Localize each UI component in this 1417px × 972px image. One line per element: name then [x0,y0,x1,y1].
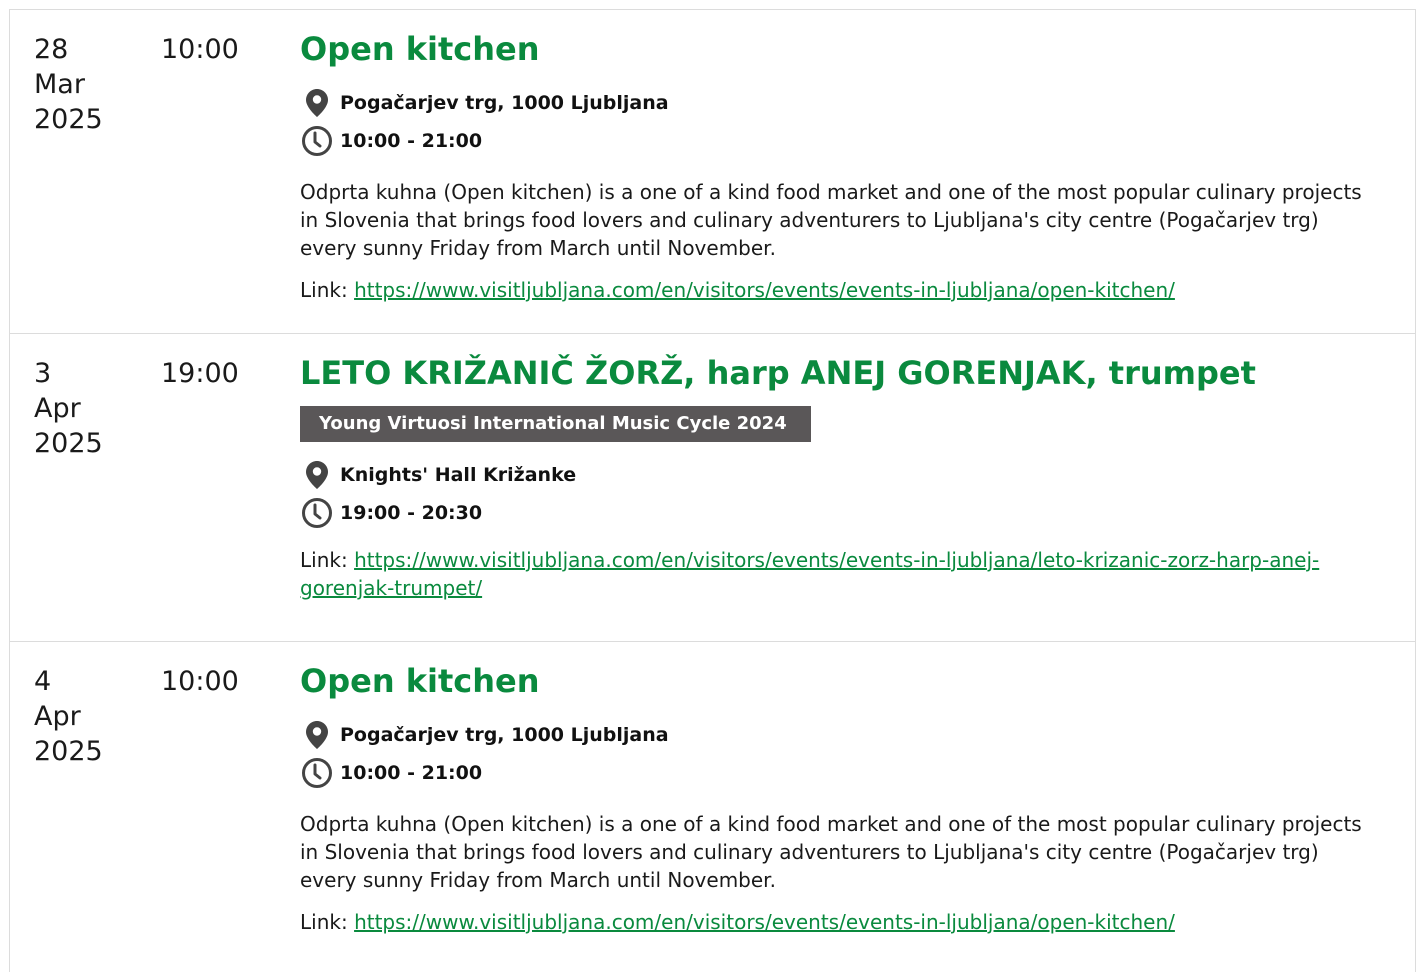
event-date-day: 28 [34,34,69,65]
event-date-year: 2025 [34,736,103,767]
event-date-day: 3 [34,358,52,389]
event-description: Odprta kuhna (Open kitchen) is a one of … [300,180,1362,260]
event-date-month: Mar [34,69,85,100]
event-hours: 10:00 - 21:00 [300,122,1397,160]
event-location-text: Knights' Hall Križanke [340,464,577,486]
event-hours-text: 10:00 - 21:00 [340,762,483,784]
event-content: LETO KRIŽANIČ ŽORŽ, harp ANEJ GORENJAK, … [300,352,1397,602]
event-item: 3 Apr 2025 19:00 LETO KRIŽANIČ ŽORŽ, har… [10,334,1415,642]
event-hours: 10:00 - 21:00 [300,754,1397,792]
event-hours: 19:00 - 20:30 [300,494,1397,532]
event-date: 4 Apr 2025 [34,664,103,769]
event-location-text: Pogačarjev trg, 1000 Ljubljana [340,92,669,114]
event-list: 28 Mar 2025 10:00 Open kitchen Pogačarje… [9,9,1416,972]
event-link-line: Link: https://www.visitljubljana.com/en/… [300,276,1397,304]
map-pin-icon [300,718,334,752]
event-link[interactable]: https://www.visitljubljana.com/en/visito… [354,910,1175,934]
event-date-year: 2025 [34,428,103,459]
event-link-label: Link: [300,548,348,572]
event-item: 4 Apr 2025 10:00 Open kitchen Pogačarjev… [10,642,1415,972]
event-title[interactable]: LETO KRIŽANIČ ŽORŽ, harp ANEJ GORENJAK, … [300,352,1397,394]
event-meta: Pogačarjev trg, 1000 Ljubljana 10:00 - 2… [300,716,1397,792]
event-title[interactable]: Open kitchen [300,660,1397,702]
event-meta: Pogačarjev trg, 1000 Ljubljana 10:00 - 2… [300,84,1397,160]
event-location: Pogačarjev trg, 1000 Ljubljana [300,716,1397,754]
event-location: Pogačarjev trg, 1000 Ljubljana [300,84,1397,122]
event-start-time: 19:00 [161,358,239,389]
event-location-text: Pogačarjev trg, 1000 Ljubljana [340,724,669,746]
event-date-month: Apr [34,701,81,732]
event-item: 28 Mar 2025 10:00 Open kitchen Pogačarje… [10,10,1415,334]
event-link[interactable]: https://www.visitljubljana.com/en/visito… [354,278,1175,302]
event-link-label: Link: [300,910,348,934]
clock-icon [300,496,334,530]
event-hours-text: 10:00 - 21:00 [340,130,483,152]
event-date-day: 4 [34,666,52,697]
event-title[interactable]: Open kitchen [300,28,1397,70]
event-content: Open kitchen Pogačarjev trg, 1000 Ljublj… [300,660,1397,936]
event-date-year: 2025 [34,104,103,135]
map-pin-icon [300,458,334,492]
event-link-line: Link: https://www.visitljubljana.com/en/… [300,546,1397,602]
event-link-label: Link: [300,278,348,302]
event-series-tag[interactable]: Young Virtuosi International Music Cycle… [300,406,811,442]
event-hours-text: 19:00 - 20:30 [340,502,483,524]
event-link[interactable]: https://www.visitljubljana.com/en/visito… [300,548,1319,600]
event-description: Odprta kuhna (Open kitchen) is a one of … [300,812,1362,892]
event-content: Open kitchen Pogačarjev trg, 1000 Ljublj… [300,28,1397,304]
event-date: 28 Mar 2025 [34,32,103,137]
clock-icon [300,124,334,158]
map-pin-icon [300,86,334,120]
event-date: 3 Apr 2025 [34,356,103,461]
event-location: Knights' Hall Križanke [300,456,1397,494]
clock-icon [300,756,334,790]
event-start-time: 10:00 [161,666,239,697]
event-meta: Knights' Hall Križanke 19:00 - 20:30 [300,456,1397,532]
event-start-time: 10:00 [161,34,239,65]
event-date-month: Apr [34,393,81,424]
event-link-line: Link: https://www.visitljubljana.com/en/… [300,908,1397,936]
